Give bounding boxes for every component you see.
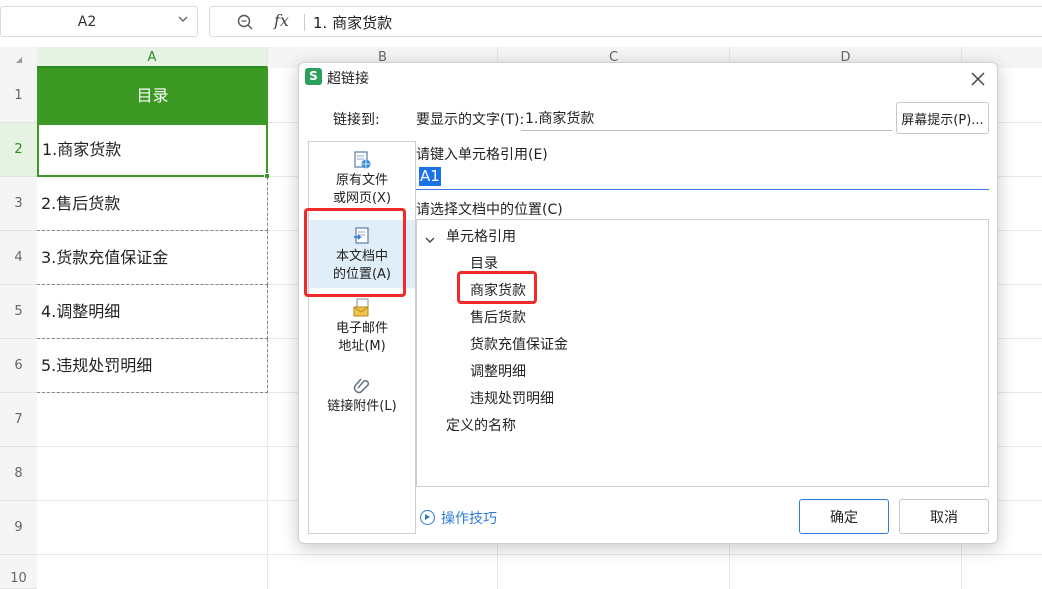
chevron-down-icon[interactable] — [425, 233, 435, 243]
cell-reference-label: 请键入单元格引用(E) — [416, 147, 548, 163]
play-icon — [420, 510, 435, 525]
row-header-2[interactable]: 2 — [0, 123, 37, 177]
column-header-a[interactable]: A — [37, 47, 268, 68]
hyperlink-dialog: S 超链接 链接到: 要显示的文字(T): 屏幕提示(P)... 原有文件 或网… — [298, 62, 998, 544]
tree-item[interactable]: 违规处罚明细 — [470, 388, 554, 408]
email-icon — [352, 298, 372, 318]
fx-icon[interactable]: fx — [274, 11, 289, 30]
row-header-5[interactable]: 5 — [0, 285, 37, 339]
tree-group-cell-reference[interactable]: 单元格引用 — [446, 226, 516, 246]
nav-email-line1: 电子邮件 — [335, 321, 388, 336]
tree-item[interactable]: 目录 — [470, 253, 498, 273]
nav-existing-line1: 原有文件 — [335, 173, 388, 188]
chevron-down-icon[interactable] — [177, 13, 189, 28]
row-header-3[interactable]: 3 — [0, 177, 37, 231]
cell-a2[interactable]: 1.商家货款 — [37, 123, 270, 179]
cell-a6[interactable]: 5.违规处罚明细 — [37, 339, 268, 393]
link-type-panel: 原有文件 或网页(X) 本文档中 的位置(A) 电子邮件 地址(M) 链接附件(… — [308, 141, 416, 534]
zoom-icon[interactable] — [236, 13, 254, 31]
dialog-title: 超链接 — [327, 71, 369, 87]
tree-item[interactable]: 货款充值保证金 — [470, 334, 568, 354]
cell-a4[interactable]: 3.货款充值保证金 — [37, 231, 268, 285]
row-header-6[interactable]: 6 — [0, 339, 37, 393]
tree-group-defined-names[interactable]: 定义的名称 — [446, 415, 516, 435]
row-header-9[interactable]: 9 — [0, 501, 37, 555]
nav-existing-line2: 或网页(X) — [332, 191, 392, 206]
highlight-box — [304, 208, 406, 297]
gridline — [37, 554, 1042, 555]
cell-a1-header[interactable]: 目录 — [37, 68, 268, 123]
display-text-input[interactable] — [521, 105, 892, 131]
nav-email-line2: 地址(M) — [338, 339, 386, 354]
nav-attachment-label: 链接附件(L) — [327, 399, 397, 414]
formula-input[interactable]: 1. 商家货款 — [313, 12, 392, 33]
nav-existing-file-or-web[interactable]: 原有文件 或网页(X) — [309, 150, 415, 210]
cell-a2-text: 1.商家货款 — [42, 140, 122, 159]
divider — [304, 14, 305, 31]
ok-button[interactable]: 确定 — [799, 499, 889, 534]
tree-item[interactable]: 调整明细 — [470, 361, 526, 381]
close-icon[interactable] — [969, 65, 987, 93]
row-header-7[interactable]: 7 — [0, 393, 37, 447]
nav-email-address[interactable]: 电子邮件 地址(M) — [309, 298, 415, 360]
tree-item[interactable]: 售后货款 — [470, 307, 526, 327]
tips-link[interactable]: 操作技巧 — [420, 508, 497, 528]
cell-reference-value: A1 — [419, 167, 441, 186]
file-web-icon — [352, 150, 372, 170]
cell-a3[interactable]: 2.售后货款 — [37, 177, 268, 231]
row-header-10[interactable]: 10 — [0, 555, 37, 589]
row-header-4[interactable]: 4 — [0, 231, 37, 285]
select-all-corner[interactable] — [0, 47, 37, 68]
link-to-label: 链接到: — [333, 112, 380, 128]
highlight-box — [457, 271, 537, 304]
cell-reference-input[interactable]: A1 — [416, 165, 989, 190]
screen-tip-button[interactable]: 屏幕提示(P)... — [896, 102, 989, 134]
cancel-button[interactable]: 取消 — [899, 499, 989, 534]
display-text-label: 要显示的文字(T): — [416, 112, 525, 128]
location-label: 请选择文档中的位置(C) — [416, 202, 563, 218]
paperclip-icon — [352, 376, 372, 396]
app-logo-icon: S — [305, 68, 322, 85]
location-tree[interactable]: 单元格引用 目录 商家货款 售后货款 货款充值保证金 调整明细 违规处罚明细 定… — [416, 219, 989, 487]
formula-bar: fx 1. 商家货款 — [209, 6, 1042, 37]
nav-link-attachment[interactable]: 链接附件(L) — [309, 376, 415, 420]
name-box-value: A2 — [77, 14, 97, 30]
row-header-8[interactable]: 8 — [0, 447, 37, 501]
cell-a5[interactable]: 4.调整明细 — [37, 285, 268, 339]
row-header-1[interactable]: 1 — [0, 68, 37, 123]
name-box[interactable]: A2 — [0, 6, 198, 37]
triangle-icon — [16, 57, 22, 63]
tips-link-text: 操作技巧 — [441, 511, 497, 527]
